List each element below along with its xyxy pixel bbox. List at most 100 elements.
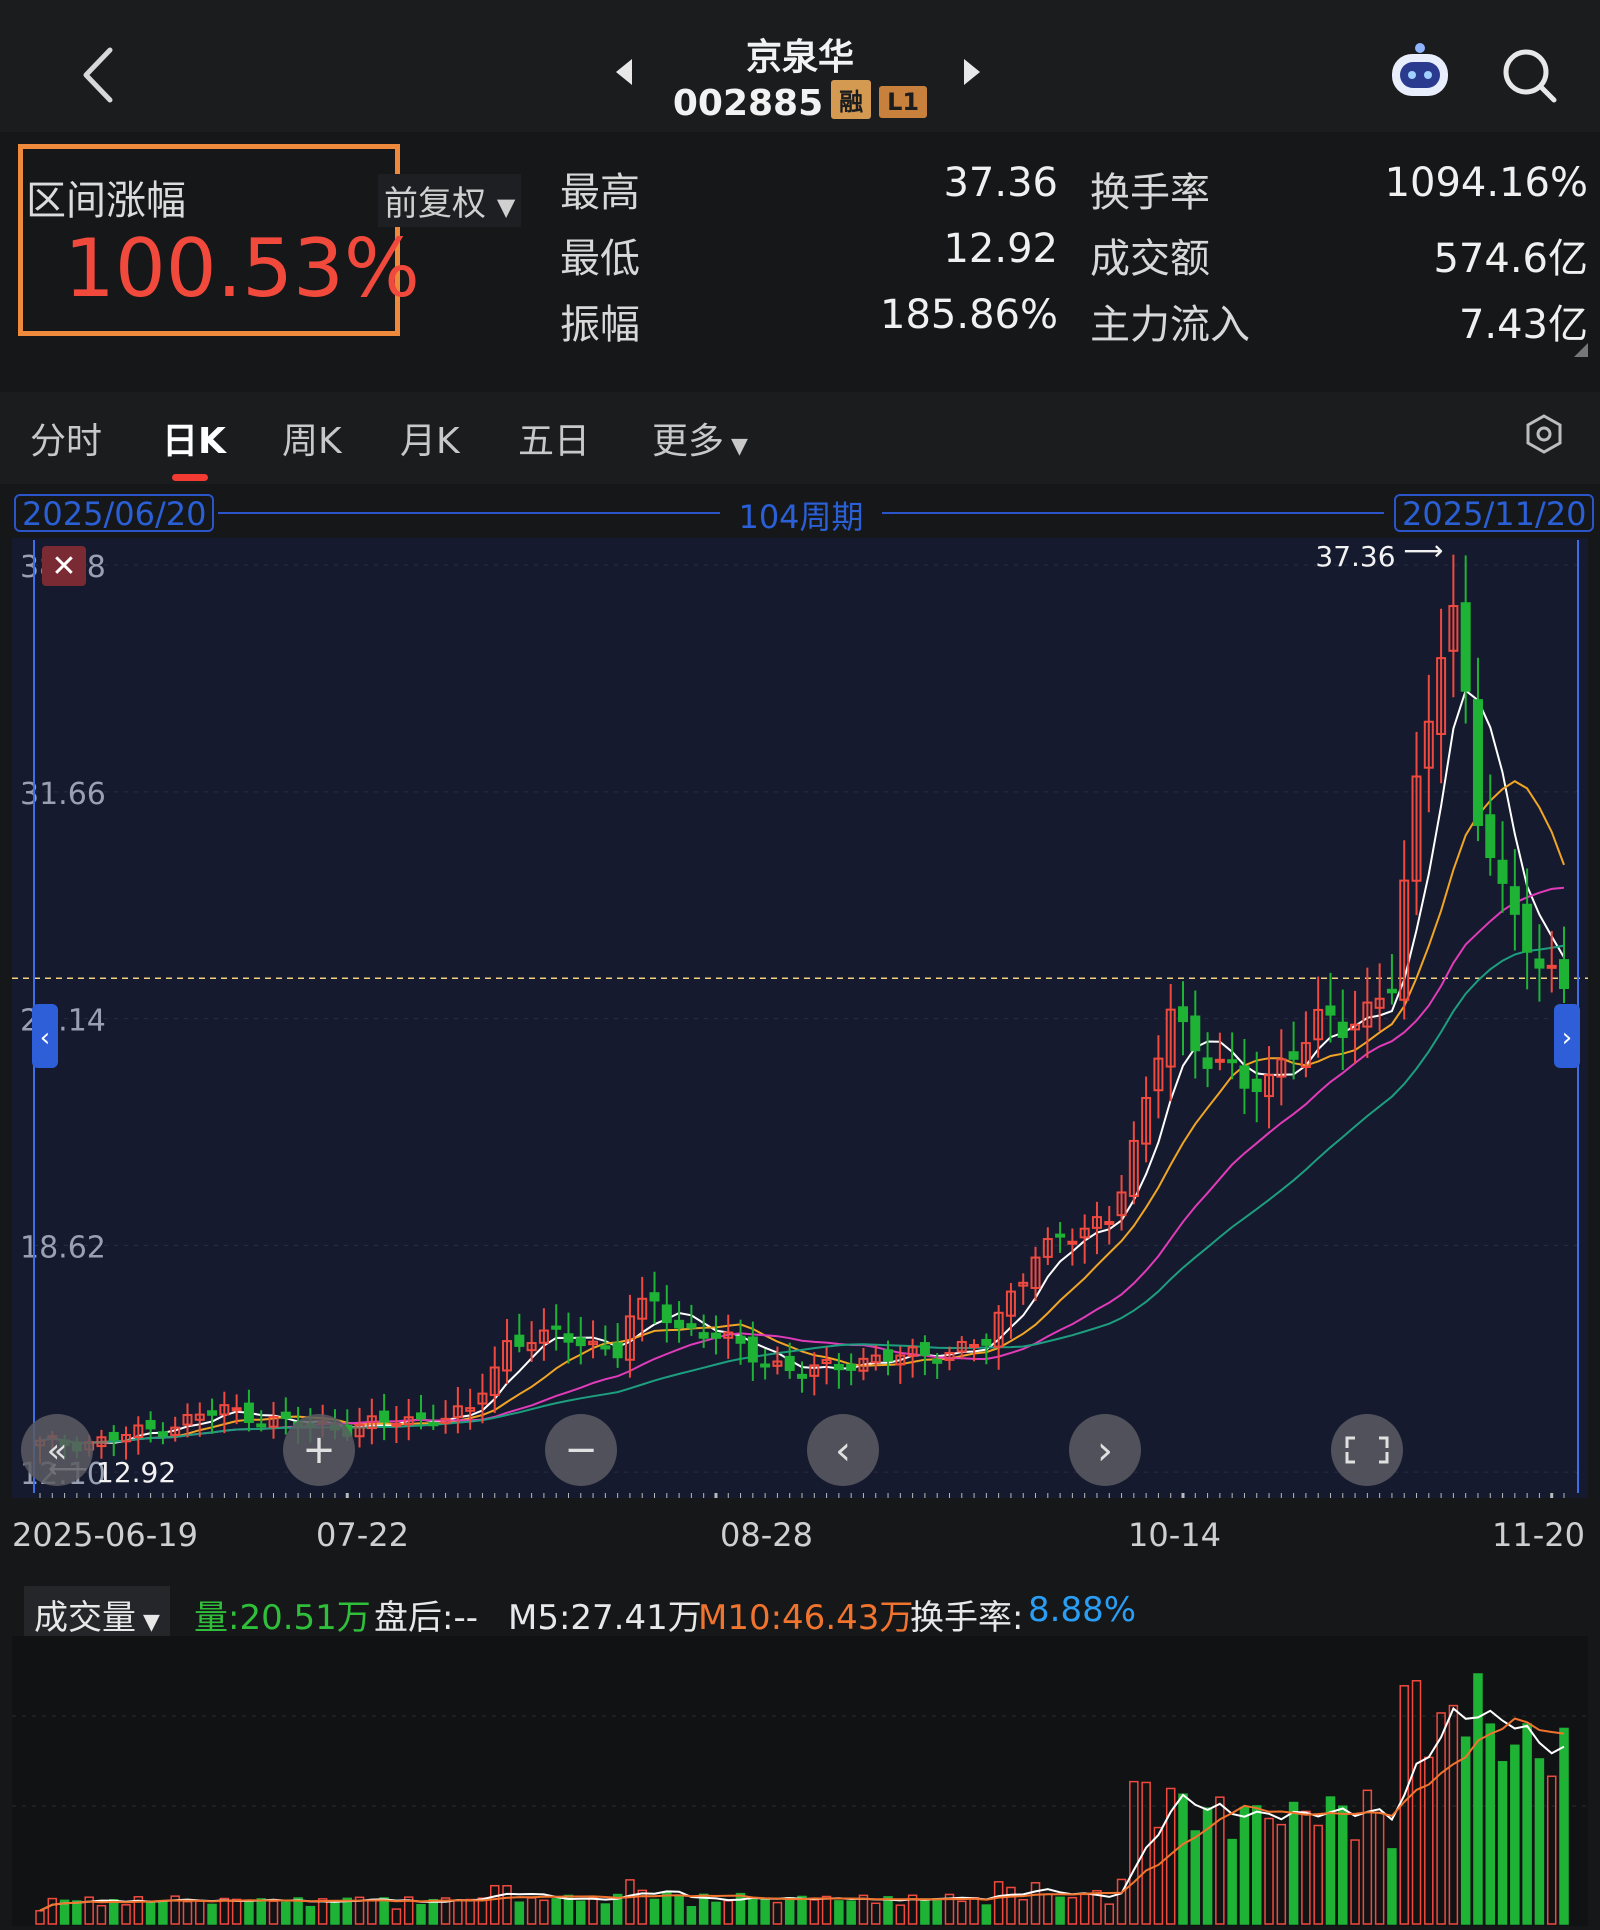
candle-body xyxy=(710,1332,721,1339)
candle-body xyxy=(243,1402,254,1423)
period-tabs xyxy=(0,392,1600,484)
period-count: 104周期 xyxy=(738,498,864,536)
volume-bar xyxy=(797,1895,807,1925)
volume-bar xyxy=(108,1898,119,1925)
robot-assistant-icon[interactable] xyxy=(1384,42,1456,106)
candle-body xyxy=(145,1420,156,1430)
settings-icon[interactable] xyxy=(1524,414,1564,458)
volume-bar xyxy=(281,1901,291,1925)
tab-more[interactable]: 更多 ▼ xyxy=(652,412,748,464)
after-hours-value: 盘后:-- xyxy=(374,1598,478,1638)
expand-corner-icon[interactable] xyxy=(1574,342,1588,361)
volume-bar xyxy=(674,1895,684,1925)
volume-bar xyxy=(1227,1838,1237,1925)
fullscreen-button[interactable] xyxy=(1331,1414,1403,1486)
range-start-date[interactable]: 2025/06/20 xyxy=(14,494,215,532)
next-stock-icon[interactable] xyxy=(960,55,984,93)
volume-bar xyxy=(428,1898,439,1925)
candle-body xyxy=(1509,886,1520,915)
candle-body xyxy=(784,1355,795,1372)
y-tick-label: 18.62 xyxy=(20,1230,106,1265)
plus-icon: + xyxy=(302,1427,336,1473)
period-line-left xyxy=(218,512,720,514)
candle-body xyxy=(797,1373,807,1379)
volume-bar xyxy=(711,1901,721,1925)
candle-body xyxy=(1104,1220,1115,1225)
candle-body xyxy=(1386,988,1397,994)
indicator-selector[interactable]: 成交量 ▼ xyxy=(24,1586,170,1643)
candle-body xyxy=(760,1363,771,1368)
double-chevron-left-icon: « xyxy=(47,1431,68,1471)
tab-intraday[interactable]: 分时 xyxy=(30,412,102,464)
stat-amplitude-label: 振幅 xyxy=(560,302,640,348)
candle-body xyxy=(612,1342,623,1359)
stat-low-label: 最低 xyxy=(560,236,640,282)
candle-body xyxy=(207,1410,218,1416)
tab-five-day[interactable]: 五日 xyxy=(518,412,590,464)
indicator-selector-label: 成交量 xyxy=(34,1598,136,1638)
chevron-right-icon: › xyxy=(1562,1023,1572,1053)
volume-bar xyxy=(662,1891,672,1925)
tab-daily-k[interactable]: 日K xyxy=(162,412,226,464)
candle-body xyxy=(674,1319,685,1329)
chart-background xyxy=(12,538,1588,1498)
stat-high-value: 37.36 xyxy=(943,160,1058,206)
candle-body xyxy=(1202,1057,1213,1069)
candle-body xyxy=(1546,964,1557,969)
candle-body xyxy=(747,1336,758,1363)
candle-body xyxy=(969,1343,980,1348)
chevron-left-icon: ‹ xyxy=(40,1023,50,1053)
volume-bar xyxy=(760,1897,770,1925)
candle-body xyxy=(108,1431,119,1441)
candle-body xyxy=(280,1411,291,1419)
active-tab-indicator xyxy=(172,474,208,481)
candle-body xyxy=(157,1431,168,1437)
tab-monthly-k[interactable]: 月K xyxy=(400,412,460,464)
stat-inflow-label: 主力流入 xyxy=(1090,302,1250,348)
candle-body xyxy=(1522,903,1533,953)
x-label-aug: 08-28 xyxy=(720,1516,813,1554)
kline-chart[interactable]: 38.1831.6625.1418.6212.10 ✕ ‹ › 37.36 ⟶ … xyxy=(12,538,1588,1498)
candle-body xyxy=(1485,814,1496,859)
turnover-value: 8.88% xyxy=(1028,1590,1137,1630)
volume-bar xyxy=(981,1904,992,1925)
candle-body xyxy=(1227,1059,1238,1064)
stock-code: 002885 xyxy=(672,83,824,124)
volume-bar xyxy=(207,1903,217,1925)
adjust-dropdown[interactable]: 前复权 ▼ xyxy=(378,174,522,227)
candle-body xyxy=(551,1325,562,1330)
range-end-date[interactable]: 2025/11/20 xyxy=(1394,494,1595,532)
candle-body xyxy=(981,1338,992,1346)
candle-body xyxy=(1055,1233,1066,1238)
x-label-start: 2025-06-19 xyxy=(12,1516,198,1554)
stat-turnover-value: 1094.16% xyxy=(1384,160,1588,206)
candle-body xyxy=(932,1358,943,1364)
volume-bar xyxy=(256,1898,266,1925)
period-line-right xyxy=(882,512,1384,514)
volume-bar xyxy=(649,1898,660,1925)
volume-bar xyxy=(1190,1830,1201,1925)
volume-bar xyxy=(920,1898,930,1925)
volume-bar xyxy=(784,1897,795,1925)
turnover-label: 换手率: xyxy=(910,1598,1024,1638)
candle-body xyxy=(846,1363,857,1371)
adjust-label: 前复权 xyxy=(384,184,486,224)
volume-bar xyxy=(932,1898,942,1925)
volume-chart[interactable] xyxy=(12,1636,1588,1926)
caret-down-icon: ▼ xyxy=(136,1610,160,1635)
y-tick-label: 31.66 xyxy=(20,777,106,812)
close-icon: ✕ xyxy=(51,549,76,584)
volume-bar xyxy=(158,1901,168,1925)
volume-bar xyxy=(686,1906,697,1925)
caret-down-icon: ▼ xyxy=(724,434,748,459)
tab-weekly-k[interactable]: 周K xyxy=(282,412,342,464)
candle-body xyxy=(575,1337,586,1347)
candle-body xyxy=(600,1345,611,1350)
volume-bar xyxy=(1239,1806,1250,1925)
volume-bar xyxy=(514,1901,525,1925)
volume-bar xyxy=(293,1897,303,1925)
search-icon[interactable] xyxy=(1500,46,1560,110)
volume-bar xyxy=(1522,1723,1532,1925)
candle-body xyxy=(1251,1078,1262,1093)
volume-bar xyxy=(1288,1801,1299,1925)
